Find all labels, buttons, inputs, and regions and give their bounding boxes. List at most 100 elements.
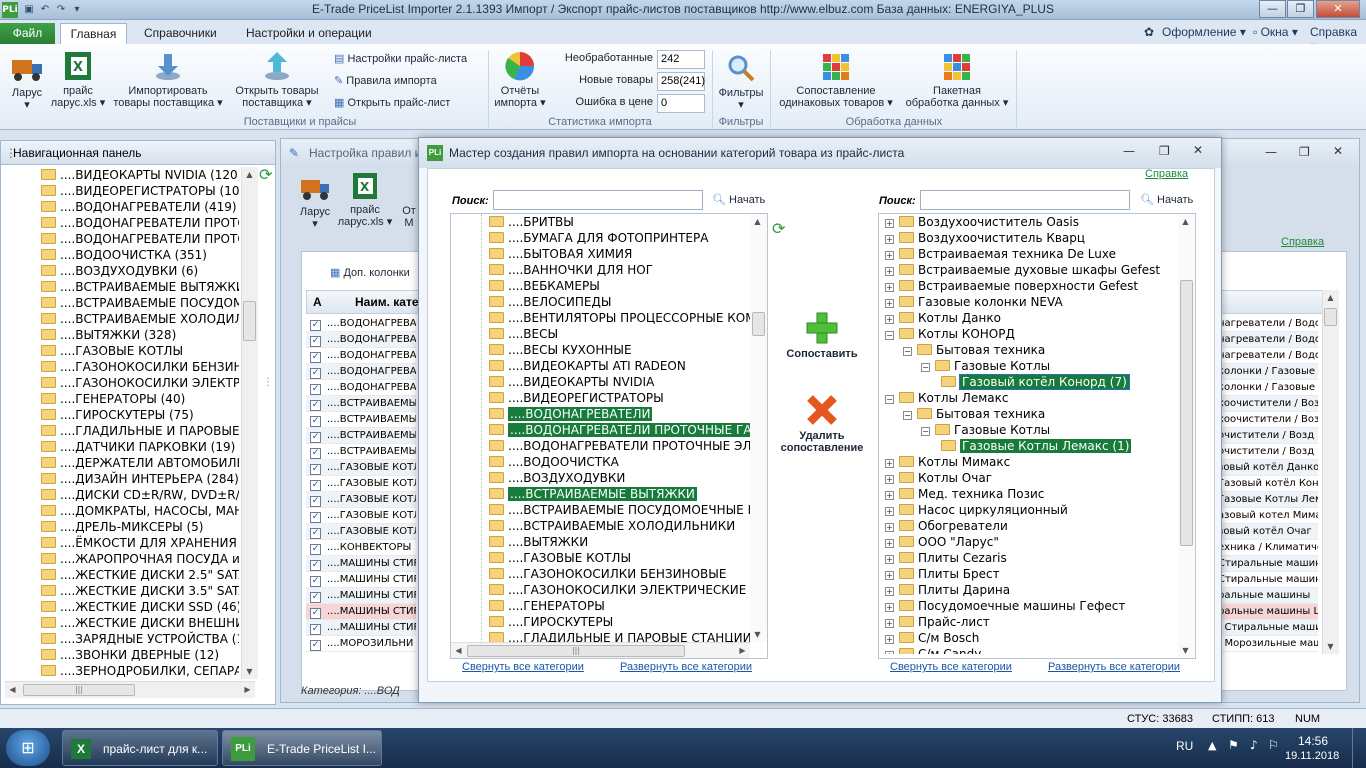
left-tree-item[interactable]: ....ВСТРАИВАЕМЫЕ ХОЛОДИЛЬНИКИ (489, 518, 751, 534)
collapse-icon[interactable]: − (885, 395, 894, 404)
row-checkbox[interactable]: ✓ (310, 528, 321, 539)
nav-tree-item[interactable]: ....ГАЗОНОКОСИЛКИ БЕНЗИНОЕ (41, 359, 239, 375)
nav-tree-item[interactable]: ....ВСТРАИВАЕМЫЕ ВЫТЯЖКИ ( (41, 279, 239, 295)
right-tree-item[interactable]: + Воздухоочиститель Oasis (885, 214, 1175, 230)
nav-tree-item[interactable]: ....ВИДЕОКАРТЫ NVIDIA (120) (41, 167, 239, 183)
nav-tree-item[interactable]: ....ГЛАДИЛЬНЫЕ И ПАРОВЫЕ С (41, 423, 239, 439)
expand-icon[interactable]: + (885, 619, 894, 628)
menu-style[interactable]: Оформление ▾ (1162, 25, 1246, 39)
row-checkbox[interactable]: ✓ (310, 480, 321, 491)
right-tree-item[interactable]: + Котлы Мимакс (885, 454, 1175, 470)
taskbar-excel-window[interactable]: X прайс-лист для к... (62, 730, 218, 766)
table-row-right-cell[interactable]: очистители / Возд (1218, 428, 1318, 444)
scroll-thumb[interactable] (243, 301, 256, 341)
table-row-right-cell[interactable]: / Морозильные маш (1218, 636, 1318, 652)
table-row[interactable]: ✓ ....ГАЗОВЫЕ КОТЛ (306, 524, 416, 540)
expand-icon[interactable]: + (885, 475, 894, 484)
nav-tree-item[interactable]: ....ДРЕЛЬ-МИКСЕРЫ (5) (41, 519, 239, 535)
taskbar-pricelist-window[interactable]: PLi E-Trade PriceList I... (222, 730, 382, 766)
nav-tree-item[interactable]: ....ВОЗДУХОДУВКИ (6) (41, 263, 239, 279)
start-button[interactable]: ⊞ (6, 730, 50, 766)
left-tree-item[interactable]: ....ВЕНТИЛЯТОРЫ ПРОЦЕССОРНЫЕ КОМБИ (489, 310, 751, 326)
tab-references[interactable]: Справочники (144, 23, 217, 44)
left-tree-item[interactable]: ....ГАЗОНОКОСИЛКИ ЭЛЕКТРИЧЕСКИЕ (489, 582, 751, 598)
left-tree-item[interactable]: ....ВСТРАИВАЕМЫЕ ВЫТЯЖКИ (489, 486, 751, 502)
row-checkbox[interactable]: ✓ (310, 560, 321, 571)
left-search-button[interactable]: 🔍︎ Начать (712, 191, 765, 209)
show-desktop-button[interactable] (1352, 728, 1366, 768)
left-tree-item[interactable]: ....ГЛАДИЛЬНЫЕ И ПАРОВЫЕ СТАНЦИИ (489, 630, 751, 642)
expand-icon[interactable]: + (885, 555, 894, 564)
table-row[interactable]: ✓ ....ВСТРАИВАЕМЫ (306, 444, 416, 460)
nav-tree-item[interactable]: ....ГЕНЕРАТОРЫ (40) (41, 391, 239, 407)
table-row[interactable]: ✓ ....ВОДОНАГРЕВА (306, 364, 416, 380)
import-reports-button[interactable]: Отчёты импорта ▾ (490, 50, 550, 109)
collapse-icon[interactable]: − (903, 347, 912, 356)
scroll-thumb[interactable]: ||| (467, 645, 685, 657)
table-row-right-cell[interactable]: Газовый котёл Кон (1218, 476, 1318, 492)
expand-icon[interactable]: + (885, 267, 894, 276)
right-category-tree[interactable]: + Воздухоочиститель Oasis + Воздухоочистите… (878, 213, 1196, 659)
right-search-input[interactable] (920, 190, 1130, 210)
stat-price-error-value[interactable]: 0 (657, 94, 705, 113)
expand-icon[interactable]: + (885, 283, 894, 292)
table-row-right-cell[interactable]: азовый котел Мима (1218, 508, 1318, 524)
table-row[interactable]: ✓ ....ГАЗОВЫЕ КОТЛ (306, 508, 416, 524)
nav-tree-item[interactable]: ....ДОМКРАТЫ, НАСОСЫ, МАНС (41, 503, 239, 519)
scroll-down-icon[interactable]: ▼ (750, 627, 765, 642)
table-row-right-cell[interactable]: нагреватели / Водон (1218, 316, 1318, 332)
left-tree-item[interactable]: ....ВОДООЧИСТКА (489, 454, 751, 470)
right-tree-vscrollbar[interactable]: ▲ ▼ (1178, 214, 1195, 658)
nav-tree-item[interactable]: ....ВЫТЯЖКИ (328) (41, 327, 239, 343)
right-tree-item[interactable]: + Котлы Очаг (885, 470, 1175, 486)
left-tree-item[interactable]: ....ВАННОЧКИ ДЛЯ НОГ (489, 262, 751, 278)
bg-help-link[interactable]: Справка (1281, 236, 1324, 248)
grid-rows-left[interactable]: ✓ ....ВОДОНАГРЕВА ✓ ....ВОДОНАГРЕВА ✓ ....ВОД… (306, 316, 416, 654)
bg-price-xls-button[interactable]: X прайс ларус.xls ▾ (337, 171, 393, 228)
row-checkbox[interactable]: ✓ (310, 416, 321, 427)
import-goods-button[interactable]: Импортировать товары поставщика ▾ (112, 50, 224, 109)
row-checkbox[interactable]: ✓ (310, 624, 321, 635)
scroll-down-icon[interactable]: ▼ (1323, 639, 1338, 654)
larus-button[interactable]: Ларус ▾ (6, 54, 48, 111)
expand-icon[interactable]: + (885, 651, 894, 654)
left-tree-item[interactable]: ....БУМАГА ДЛЯ ФОТОПРИНТЕРА (489, 230, 751, 246)
right-tree-item[interactable]: + Встраиваемая техника De Luxe (885, 246, 1175, 262)
right-tree-item[interactable]: + Воздухоочиститель Кварц (885, 230, 1175, 246)
left-tree-item[interactable]: ....ГАЗОВЫЕ КОТЛЫ (489, 550, 751, 566)
nav-tree-item[interactable]: ....ЗЕРНОДРОБИЛКИ, СЕПАРАТ (41, 663, 239, 679)
table-row[interactable]: ✓ ....ВОДОНАГРЕВА (306, 316, 416, 332)
row-checkbox[interactable]: ✓ (310, 640, 321, 651)
table-row[interactable]: ✓ ....ВОДОНАГРЕВА (306, 348, 416, 364)
nav-tree-item[interactable]: ....ГАЗОВЫЕ КОТЛЫ (41, 343, 239, 359)
table-row-right-cell[interactable]: очистители / Возд (1218, 444, 1318, 460)
left-category-tree[interactable]: ....БРИТВЫ ....БУМАГА ДЛЯ ФОТОПРИНТЕРА...… (450, 213, 768, 659)
nav-tree-item[interactable]: ....ДАТЧИКИ ПАРКОВКИ (19) (41, 439, 239, 455)
table-row-right-cell[interactable]: зовый котёл Данко (1218, 460, 1318, 476)
right-tree-item[interactable]: − Газовые Котлы (885, 358, 1175, 374)
clock-time[interactable]: 14:56 (1298, 734, 1328, 748)
table-row[interactable]: ✓ ....МОРОЗИЛЬНИ (306, 636, 416, 652)
panel-grip-icon[interactable]: ⋮ (5, 141, 17, 165)
table-row-right-cell[interactable]: Стиральные машин (1218, 572, 1318, 588)
right-tree-item[interactable]: + Плиты Дарина (885, 582, 1175, 598)
right-tree-item[interactable]: + Посудомоечные машины Гефест (885, 598, 1175, 614)
scroll-thumb[interactable] (1180, 280, 1193, 546)
nav-tree-item[interactable]: ....ВОДООЧИСТКА (351) (41, 247, 239, 263)
right-tree-item[interactable]: − Газовые Котлы (885, 422, 1175, 438)
collapse-icon[interactable]: − (885, 331, 894, 340)
tab-file[interactable]: Файл (0, 23, 55, 44)
row-checkbox[interactable]: ✓ (310, 432, 321, 443)
stat-unprocessed-value[interactable]: 242 (657, 50, 705, 69)
nav-tree-item[interactable]: ....ВСТРАИВАЕМЫЕ ПОСУДОМ (41, 295, 239, 311)
clock-date[interactable]: 19.11.2018 (1285, 750, 1339, 762)
right-search-button[interactable]: 🔍︎ Начать (1140, 191, 1193, 209)
left-tree-item[interactable]: ....ВИДЕОКАРТЫ ATI RADEON (489, 358, 751, 374)
row-checkbox[interactable]: ✓ (310, 384, 321, 395)
scroll-up-icon[interactable]: ▲ (750, 214, 765, 229)
right-tree-item[interactable]: − Котлы Лемакс (885, 390, 1175, 406)
table-row[interactable]: ✓ ....МАШИНЫ СТИР (306, 556, 416, 572)
right-tree-item[interactable]: + Мед. техника Позис (885, 486, 1175, 502)
scroll-up-icon[interactable]: ▲ (1178, 214, 1193, 229)
close-button[interactable]: ✕ (1316, 0, 1360, 18)
